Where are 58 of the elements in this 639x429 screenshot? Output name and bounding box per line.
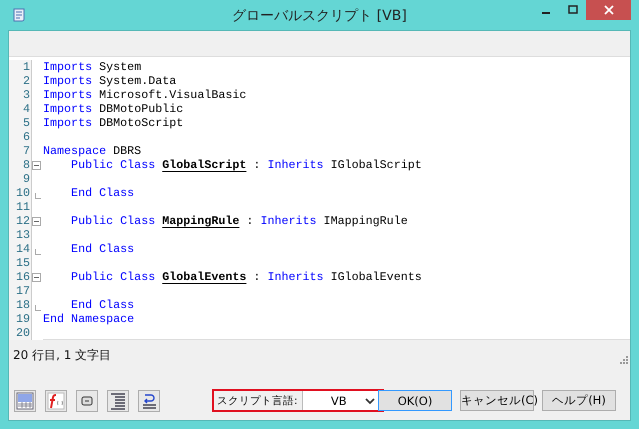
code-line: End Class [70, 186, 134, 200]
scroll-icon [11, 7, 27, 23]
help-button[interactable]: ヘルプ(H) [542, 390, 616, 411]
language-dropdown[interactable]: VB [302, 391, 380, 410]
code-line: End Class [70, 298, 134, 312]
code-line: Imports System [43, 60, 142, 74]
line-number: 19 [9, 312, 31, 326]
fold-end-icon [35, 193, 41, 199]
ok-button[interactable]: OK(O) [378, 390, 452, 411]
code-editor[interactable] [9, 56, 630, 340]
line-number: 7 [9, 144, 31, 158]
line-number: 12 [9, 214, 31, 228]
line-number: 8 [9, 158, 31, 172]
line-number: 15 [9, 256, 31, 270]
align-lines-icon[interactable] [107, 390, 129, 412]
code-line: End Namespace [43, 312, 134, 326]
line-number: 20 [9, 326, 31, 340]
code-line: Public Class MappingRule : Inherits IMappingRule [70, 214, 408, 228]
grid-icon[interactable] [14, 390, 36, 412]
close-button[interactable] [586, 0, 631, 20]
line-number: 14 [9, 242, 31, 256]
line-number: 16 [9, 270, 31, 284]
code-line: Public Class GlobalEvents : Inherits IGlobalEvents [70, 270, 422, 284]
language-label: スクリプト言語: [217, 394, 298, 408]
collapse-icon[interactable] [32, 273, 41, 282]
window-title: グローバルスクリプト [VB] [231, 7, 408, 25]
code-line: Imports Microsoft.VisualBasic [43, 88, 246, 102]
minimize-icon [542, 12, 550, 14]
line-number: 5 [9, 116, 31, 130]
code-line: Namespace DBRS [43, 144, 142, 158]
line-number: 17 [9, 284, 31, 298]
line-number: 1 [9, 60, 31, 74]
line-number: 4 [9, 102, 31, 116]
chevron-down-icon [365, 396, 375, 404]
line-number: 2 [9, 74, 31, 88]
fold-end-icon [35, 305, 41, 311]
fold-end-icon [35, 249, 41, 255]
maximize-icon [568, 5, 578, 15]
line-number: 11 [9, 200, 31, 214]
cursor-position: 20 行目, 1 文字目 [13, 346, 112, 364]
collapse-icon[interactable] [32, 217, 41, 226]
code-line: End Class [70, 242, 134, 256]
undo-lines-icon[interactable] [138, 390, 160, 412]
line-number: 3 [9, 88, 31, 102]
line-number: 9 [9, 172, 31, 186]
code-line: Imports DBMotoScript [43, 116, 184, 130]
function-icon[interactable] [45, 390, 67, 412]
code-line: Public Class GlobalScript : Inherits IGlobalScript [70, 158, 422, 172]
line-number: 13 [9, 228, 31, 242]
collapse-icon[interactable] [32, 161, 41, 170]
code-line: Imports DBMotoPublic [43, 102, 184, 116]
line-number: 6 [9, 130, 31, 144]
line-number: 18 [9, 298, 31, 312]
line-number: 10 [9, 186, 31, 200]
field-icon[interactable] [76, 390, 98, 412]
close-icon [604, 5, 614, 15]
resize-grip-icon[interactable] [618, 354, 628, 364]
code-line: Imports System.Data [43, 74, 176, 88]
